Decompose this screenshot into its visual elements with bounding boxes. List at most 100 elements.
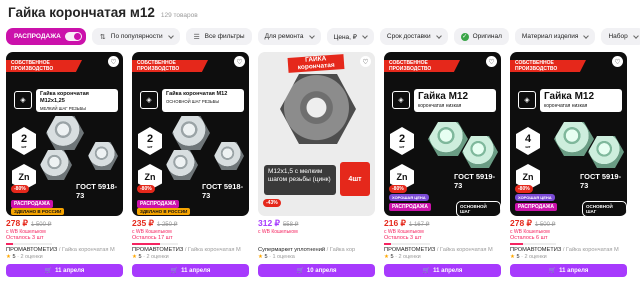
price-dropdown[interactable]: Цена, ₽ xyxy=(326,28,374,45)
chevron-down-icon xyxy=(632,32,639,39)
seller-line[interactable]: ПРОМАВТОМЕТИЗ / Гайка корончатая М xyxy=(510,247,627,253)
material-dropdown[interactable]: Материал изделия xyxy=(514,28,596,45)
toggle-switch[interactable] xyxy=(64,32,82,41)
set-dropdown[interactable]: Набор xyxy=(601,28,640,45)
add-to-cart-button[interactable]: 🛒 11 апреля xyxy=(384,264,501,277)
heart-icon[interactable]: ♡ xyxy=(612,56,623,67)
cart-icon: 🛒 xyxy=(44,268,53,274)
quantity-value: 2 xyxy=(146,132,154,145)
sale-toggle-chip[interactable]: РАСПРОДАЖА xyxy=(6,28,86,45)
quantity-badge: 2 шт xyxy=(138,127,162,155)
product-card[interactable]: СОБСТВЕННОЕ ПРОИЗВОДСТВО ♡ ◈ Гайка корон… xyxy=(6,52,123,277)
discount-badge: -80% xyxy=(515,185,533,193)
nut-image xyxy=(40,150,72,180)
current-price: 312 ₽ xyxy=(258,218,280,228)
seller-line[interactable]: ПРОМАВТОМЕТИЗ / Гайка корончатая М xyxy=(384,247,501,253)
seller-name: ПРОМАВТОМЕТИЗ xyxy=(132,247,184,253)
image-title-box: Гайка корончатая М12х1,25 МЕЛКИЙ ШАГ РЕЗ… xyxy=(36,89,118,112)
quantity-unit: шт xyxy=(399,143,405,149)
image-title: Гайка М12 xyxy=(418,91,469,102)
chevron-down-icon xyxy=(583,32,590,39)
results-count: 129 товаров xyxy=(160,12,198,19)
basic-pitch-badge: ОСНОВНОЙ ШАГ xyxy=(456,201,501,216)
stock-bar-fill xyxy=(510,243,523,245)
delivery-date: 11 апреля xyxy=(55,267,85,274)
all-filters-button[interactable]: ☰ Все фильтры xyxy=(185,28,252,45)
brand-logo-icon: ◈ xyxy=(518,91,536,109)
rating-value: 5 xyxy=(390,254,394,260)
discount-badge: -80% xyxy=(389,185,407,193)
sort-dropdown[interactable]: ⇅ По популярности xyxy=(91,28,180,45)
old-price: 1 250 ₽ xyxy=(156,222,178,228)
seller-line[interactable]: ПРОМАВТОМЕТИЗ / Гайка корончатая М xyxy=(132,247,249,253)
for-repair-dropdown[interactable]: Для ремонта xyxy=(257,28,321,45)
rating-line: ★ 5 · 2 оценки xyxy=(510,254,547,260)
add-to-cart-button[interactable]: 🛒 11 апреля xyxy=(6,264,123,277)
product-image[interactable]: ГАЙКА корончатая ♡ М12х1,5 с мелким шаго… xyxy=(258,52,375,216)
sale-badge: РАСПРОДАЖА xyxy=(11,200,53,208)
material-label: Материал изделия xyxy=(521,33,579,40)
heart-icon[interactable]: ♡ xyxy=(108,56,119,67)
sort-label: По популярности xyxy=(110,33,163,40)
stock-bar xyxy=(510,243,556,245)
stock-left: Осталось 3 шт xyxy=(6,235,44,241)
cart-icon: 🛒 xyxy=(548,268,557,274)
quantity-unit: шт xyxy=(147,143,153,149)
image-title: Гайка корончатая М12х1,25 xyxy=(40,91,89,104)
heart-icon[interactable]: ♡ xyxy=(360,56,371,67)
product-image[interactable]: СОБСТВЕННОЕ ПРОИЗВОДСТВО ♡ ◈ Гайка М12 к… xyxy=(384,52,501,216)
old-price: 1 500 ₽ xyxy=(534,222,556,228)
product-name: Гайка корончатая М xyxy=(566,247,619,253)
delivery-date: 10 апреля xyxy=(306,267,337,274)
sale-label: РАСПРОДАЖА xyxy=(14,33,61,40)
product-card[interactable]: СОБСТВЕННОЕ ПРОИЗВОДСТВО ♡ ◈ Гайка М12 к… xyxy=(510,52,627,277)
cart-icon: 🛒 xyxy=(422,268,431,274)
chevron-down-icon xyxy=(435,32,442,39)
quantity-badge: 4 шт xyxy=(516,127,540,155)
image-title-box: Гайка корончатая М12 ОСНОВНОЙ ШАГ РЕЗЬБЫ xyxy=(162,89,244,112)
product-image[interactable]: СОБСТВЕННОЕ ПРОИЗВОДСТВО ♡ ◈ Гайка корон… xyxy=(6,52,123,216)
quantity-value: 2 xyxy=(398,132,406,145)
image-title-box: Гайка М12 корончатая низкая xyxy=(414,89,496,112)
rating-value: 5 xyxy=(12,254,16,260)
nut-image xyxy=(46,116,84,150)
check-icon: ✓ xyxy=(460,32,469,41)
image-title-box: Гайка М12 корончатая низкая xyxy=(540,89,622,112)
heart-icon[interactable]: ♡ xyxy=(234,56,245,67)
nut-image xyxy=(554,122,594,156)
gost-label: ГОСТ 5918-73 xyxy=(76,182,118,200)
reviews-count: 2 оценки xyxy=(398,254,421,260)
original-label: Оригинал xyxy=(472,33,502,40)
add-to-cart-button[interactable]: 🛒 11 апреля xyxy=(510,264,627,277)
product-card[interactable]: СОБСТВЕННОЕ ПРОИЗВОДСТВО ♡ ◈ Гайка М12 к… xyxy=(384,52,501,277)
original-filter-chip[interactable]: ✓ Оригинал xyxy=(453,28,509,45)
quantity-badge: 2 шт xyxy=(390,127,414,155)
promo-ribbon: СОБСТВЕННОЕ ПРОИЗВОДСТВО xyxy=(510,60,586,72)
reviews-count: 2 оценки xyxy=(146,254,169,260)
seller-name: Супермаркет уплотнений xyxy=(258,247,326,253)
old-price: 1 167 ₽ xyxy=(408,222,430,228)
add-to-cart-button[interactable]: 🛒 10 апреля xyxy=(258,264,375,277)
heart-icon[interactable]: ♡ xyxy=(486,56,497,67)
made-in-russia-badge: ЗДЕЛАНО В РОССИИ xyxy=(11,208,65,215)
sale-badge: РАСПРОДАЖА xyxy=(389,203,431,211)
seller-line[interactable]: Супермаркет уплотнений / Гайка кор xyxy=(258,247,375,253)
product-image[interactable]: СОБСТВЕННОЕ ПРОИЗВОДСТВО ♡ ◈ Гайка М12 к… xyxy=(510,52,627,216)
for-repair-label: Для ремонта xyxy=(264,33,304,40)
stock-bar xyxy=(6,243,52,245)
product-card[interactable]: СОБСТВЕННОЕ ПРОИЗВОДСТВО ♡ ◈ Гайка корон… xyxy=(132,52,249,277)
product-image[interactable]: СОБСТВЕННОЕ ПРОИЗВОДСТВО ♡ ◈ Гайка корон… xyxy=(132,52,249,216)
chevron-down-icon xyxy=(308,32,315,39)
made-in-russia-badge: ЗДЕЛАНО В РОССИИ xyxy=(137,208,191,215)
seller-line[interactable]: ПРОМАВТОМЕТИЗ / Гайка корончатая М xyxy=(6,247,123,253)
add-to-cart-button[interactable]: 🛒 11 апреля xyxy=(132,264,249,277)
rating-value: 5 xyxy=(264,254,268,260)
delivery-dropdown[interactable]: Срок доставки xyxy=(379,28,448,45)
rating-line: ★ 5 · 1 оценка xyxy=(258,254,295,260)
delivery-label: Срок доставки xyxy=(386,33,431,40)
brand-logo-icon: ◈ xyxy=(392,91,410,109)
product-card[interactable]: ГАЙКА корончатая ♡ М12х1,5 с мелким шаго… xyxy=(258,52,375,277)
stock-left xyxy=(258,235,375,242)
delivery-date: 11 апреля xyxy=(181,267,211,274)
delivery-date: 11 апреля xyxy=(559,267,589,274)
